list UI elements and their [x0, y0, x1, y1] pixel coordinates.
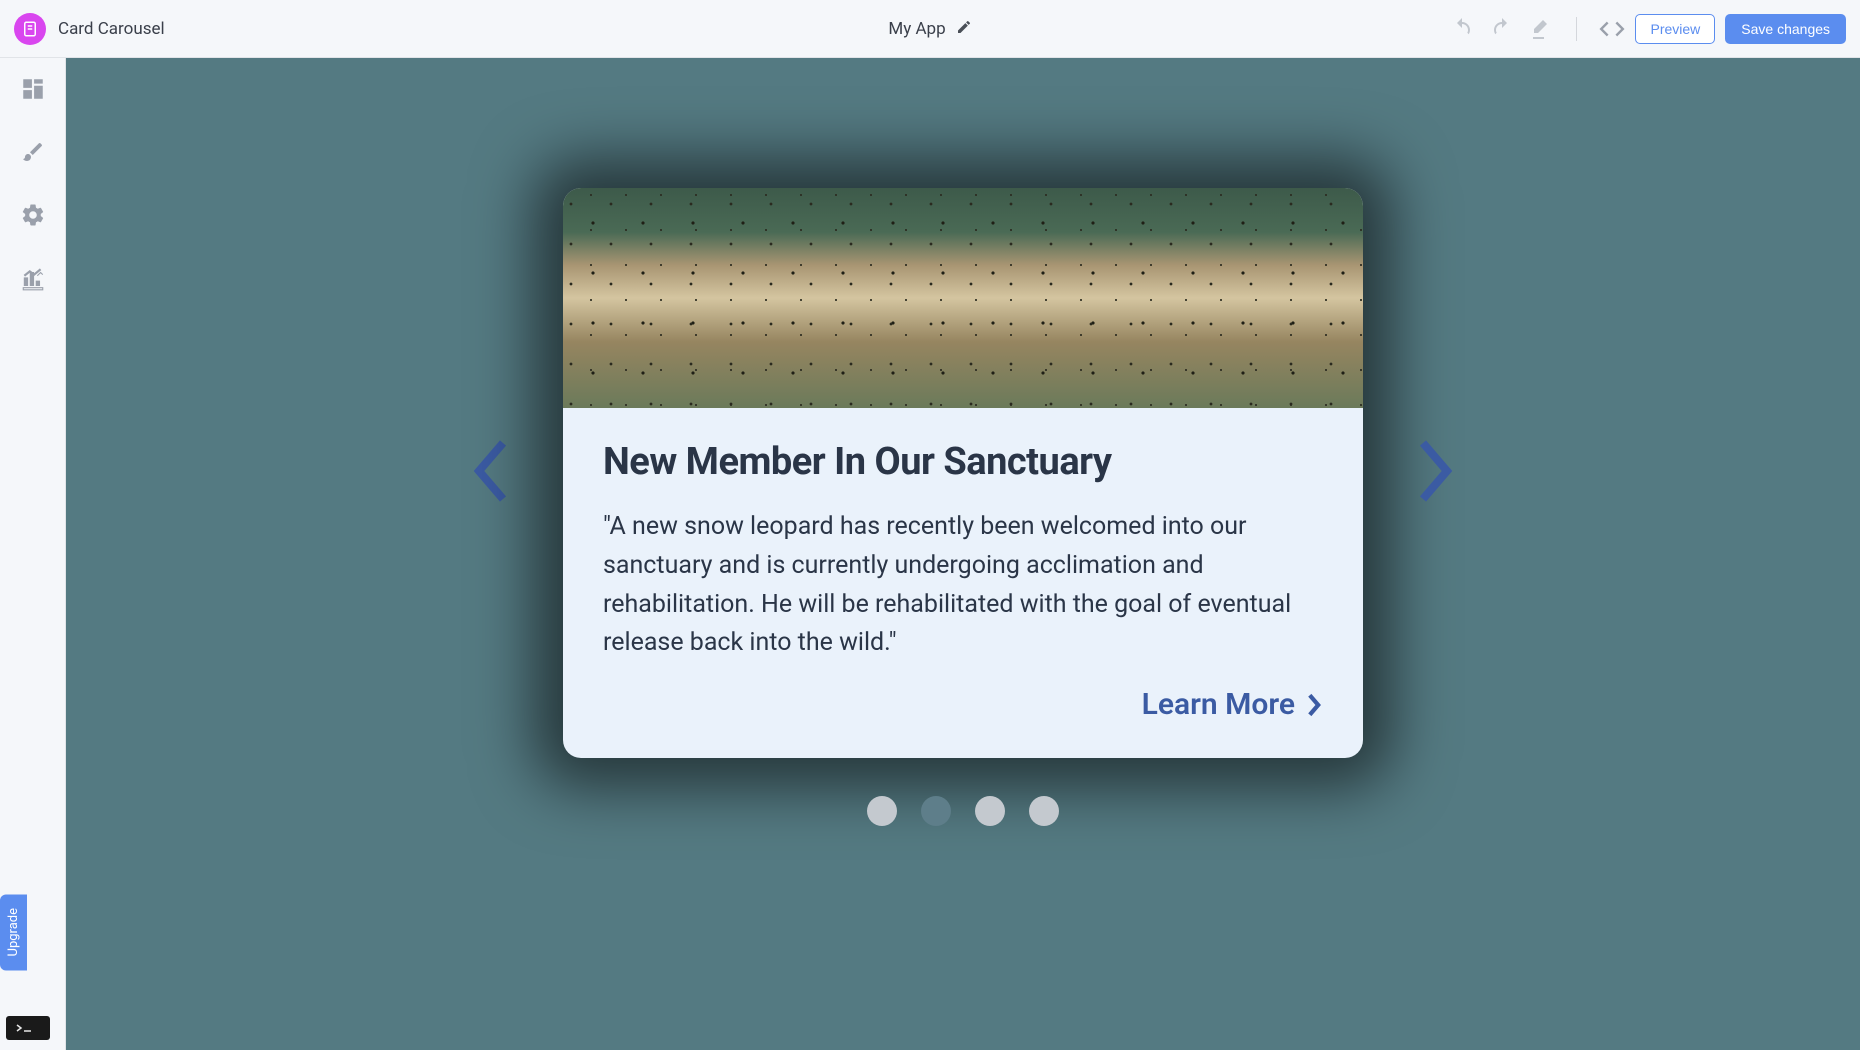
carousel-prev-icon[interactable]	[465, 435, 517, 511]
card-link[interactable]: Learn More	[603, 687, 1323, 722]
carousel-dot-2[interactable]	[975, 796, 1005, 826]
carousel: New Member In Our Sanctuary "A new snow …	[465, 188, 1461, 758]
gear-icon[interactable]	[20, 202, 46, 232]
card-title: New Member In Our Sanctuary	[603, 440, 1323, 484]
code-icon[interactable]	[1599, 16, 1625, 42]
carousel-next-icon[interactable]	[1409, 435, 1461, 511]
carousel-dot-1[interactable]	[921, 796, 951, 826]
page-name: Card Carousel	[58, 19, 165, 39]
card-image	[563, 188, 1363, 408]
card-body-text: "A new snow leopard has recently been we…	[603, 508, 1323, 663]
topbar: Card Carousel My App Preview Save change…	[0, 0, 1860, 58]
carousel-dots	[867, 796, 1059, 826]
undo-icon[interactable]	[1450, 17, 1474, 41]
save-button[interactable]: Save changes	[1725, 14, 1846, 44]
canvas: New Member In Our Sanctuary "A new snow …	[66, 58, 1860, 1050]
card-link-label: Learn More	[1142, 687, 1295, 722]
preview-button[interactable]: Preview	[1635, 14, 1715, 44]
carousel-card: New Member In Our Sanctuary "A new snow …	[563, 188, 1363, 758]
gavel-icon[interactable]	[1530, 17, 1554, 41]
redo-icon[interactable]	[1490, 17, 1514, 41]
brush-icon[interactable]	[21, 140, 45, 168]
pencil-icon[interactable]	[956, 19, 972, 39]
app-logo-icon[interactable]	[14, 13, 46, 45]
app-title[interactable]: My App	[888, 19, 945, 39]
console-icon[interactable]	[6, 1016, 50, 1040]
layout-icon[interactable]	[20, 76, 46, 106]
analytics-icon[interactable]	[20, 266, 46, 296]
upgrade-tab[interactable]: Upgrade	[0, 894, 27, 970]
carousel-dot-0[interactable]	[867, 796, 897, 826]
carousel-dot-3[interactable]	[1029, 796, 1059, 826]
